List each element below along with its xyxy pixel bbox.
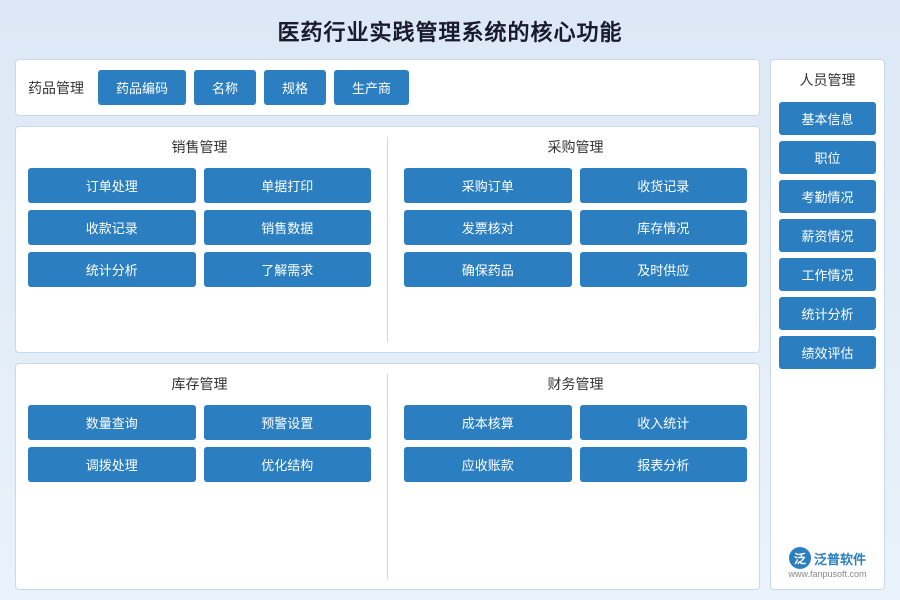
stats-analysis-sales-button[interactable]: 统计分析	[28, 252, 196, 287]
purchase-row-1: 采购订单 收货记录	[404, 168, 747, 203]
drug-code-button[interactable]: 药品编码	[98, 70, 186, 105]
drug-management-panel: 药品管理 药品编码 名称 规格 生产商	[15, 59, 760, 116]
logo-icon: 泛	[789, 547, 811, 569]
inventory-status-button[interactable]: 库存情况	[580, 210, 748, 245]
cost-accounting-button[interactable]: 成本核算	[404, 405, 572, 440]
content-area: 药品管理 药品编码 名称 规格 生产商 销售管理 订单处理 单据打印 收款记录	[15, 59, 885, 590]
panel-divider-2	[387, 374, 388, 579]
purchase-row-3: 确保药品 及时供应	[404, 252, 747, 287]
logo-url: www.fanpusoft.com	[788, 569, 866, 579]
report-analysis-button[interactable]: 报表分析	[580, 447, 748, 482]
sales-purchase-panel: 销售管理 订单处理 单据打印 收款记录 销售数据 统计分析 了解需求	[15, 126, 760, 353]
page-title: 医药行业实践管理系统的核心功能	[15, 15, 885, 47]
revenue-stats-button[interactable]: 收入统计	[580, 405, 748, 440]
sidebar-title: 人员管理	[800, 70, 856, 90]
inventory-row-2: 调拨处理 优化结构	[28, 447, 371, 482]
purchase-panel-title: 采购管理	[404, 137, 747, 157]
invoice-verify-button[interactable]: 发票核对	[404, 210, 572, 245]
main-container: 医药行业实践管理系统的核心功能 药品管理 药品编码 名称 规格 生产商 销售管理…	[0, 0, 900, 600]
performance-evaluation-button[interactable]: 绩效评估	[779, 336, 876, 369]
sales-panel: 销售管理 订单处理 单据打印 收款记录 销售数据 统计分析 了解需求	[28, 137, 371, 342]
inventory-panel: 库存管理 数量查询 预警设置 调拨处理 优化结构	[28, 374, 371, 579]
work-status-button[interactable]: 工作情况	[779, 258, 876, 291]
timely-supply-button[interactable]: 及时供应	[580, 252, 748, 287]
purchase-order-button[interactable]: 采购订单	[404, 168, 572, 203]
sales-panel-title: 销售管理	[28, 137, 371, 157]
optimize-structure-button[interactable]: 优化结构	[204, 447, 372, 482]
understand-needs-button[interactable]: 了解需求	[204, 252, 372, 287]
finance-panel: 财务管理 成本核算 收入统计 应收账款 报表分析	[404, 374, 747, 579]
quantity-query-button[interactable]: 数量查询	[28, 405, 196, 440]
drug-manufacturer-button[interactable]: 生产商	[334, 70, 409, 105]
logo-area: 泛 泛普软件 www.fanpusoft.com	[788, 541, 866, 579]
order-processing-button[interactable]: 订单处理	[28, 168, 196, 203]
purchase-row-2: 发票核对 库存情况	[404, 210, 747, 245]
salary-button[interactable]: 薪资情况	[779, 219, 876, 252]
ensure-medicine-button[interactable]: 确保药品	[404, 252, 572, 287]
finance-panel-title: 财务管理	[404, 374, 747, 394]
drug-name-button[interactable]: 名称	[194, 70, 256, 105]
drug-panel-label: 药品管理	[28, 78, 84, 98]
finance-row-2: 应收账款 报表分析	[404, 447, 747, 482]
attendance-button[interactable]: 考勤情况	[779, 180, 876, 213]
drug-spec-button[interactable]: 规格	[264, 70, 326, 105]
right-sidebar: 人员管理 基本信息 职位 考勤情况 薪资情况 工作情况 统计分析 绩效评估 泛 …	[770, 59, 885, 590]
inventory-row-1: 数量查询 预警设置	[28, 405, 371, 440]
position-button[interactable]: 职位	[779, 141, 876, 174]
warning-settings-button[interactable]: 预警设置	[204, 405, 372, 440]
purchase-panel: 采购管理 采购订单 收货记录 发票核对 库存情况 确保药品 及时供应	[404, 137, 747, 342]
sales-row-2: 收款记录 销售数据	[28, 210, 371, 245]
finance-row-1: 成本核算 收入统计	[404, 405, 747, 440]
document-print-button[interactable]: 单据打印	[204, 168, 372, 203]
sales-data-button[interactable]: 销售数据	[204, 210, 372, 245]
receivables-button[interactable]: 应收账款	[404, 447, 572, 482]
sales-row-1: 订单处理 单据打印	[28, 168, 371, 203]
stats-analysis-sidebar-button[interactable]: 统计分析	[779, 297, 876, 330]
basic-info-button[interactable]: 基本信息	[779, 102, 876, 135]
transfer-process-button[interactable]: 调拨处理	[28, 447, 196, 482]
left-panels: 药品管理 药品编码 名称 规格 生产商 销售管理 订单处理 单据打印 收款记录	[15, 59, 760, 590]
panel-divider-1	[387, 137, 388, 342]
sales-row-3: 统计分析 了解需求	[28, 252, 371, 287]
inventory-finance-panel: 库存管理 数量查询 预警设置 调拨处理 优化结构 财务管理 成本核算	[15, 363, 760, 590]
logo-name: 泛普软件	[814, 549, 866, 568]
inventory-panel-title: 库存管理	[28, 374, 371, 394]
receipt-record-button[interactable]: 收货记录	[580, 168, 748, 203]
payment-record-button[interactable]: 收款记录	[28, 210, 196, 245]
